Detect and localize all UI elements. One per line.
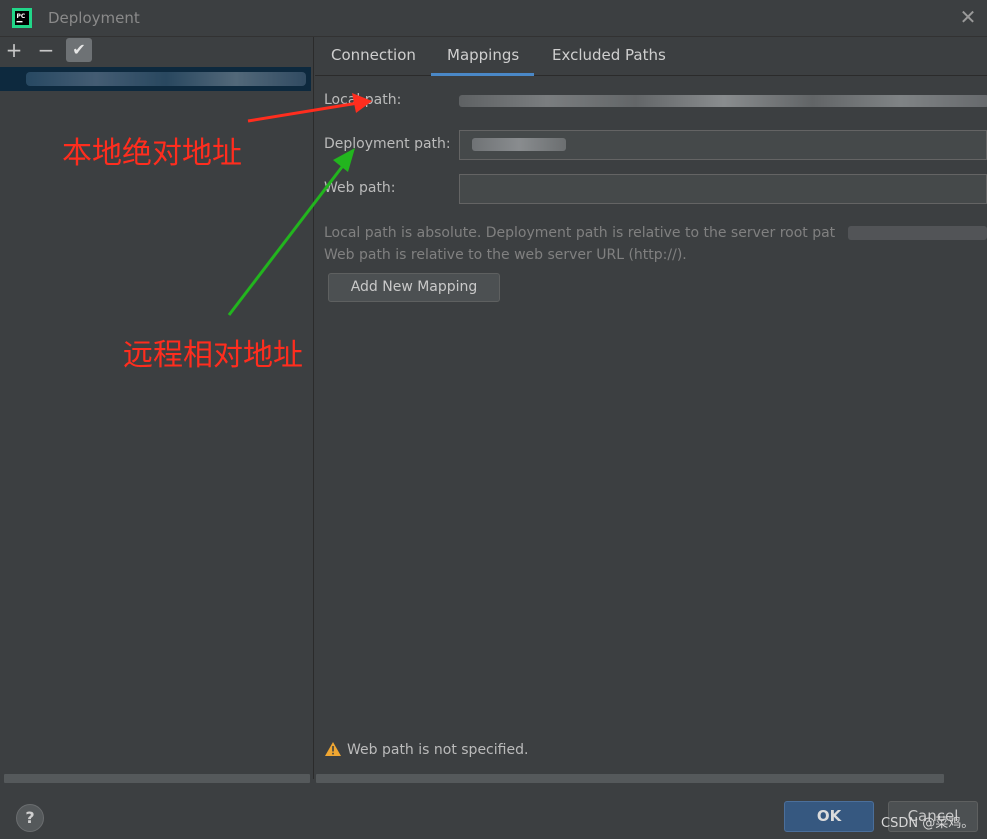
- annotation-local-absolute: 本地绝对地址: [62, 136, 242, 171]
- redacted-help-text: [848, 226, 987, 240]
- local-path-field[interactable]: [459, 87, 987, 115]
- right-horizontal-scrollbar[interactable]: [316, 774, 944, 783]
- set-default-check-icon[interactable]: ✔: [66, 38, 92, 62]
- warning-icon: [325, 742, 341, 756]
- server-list-item[interactable]: [0, 67, 311, 91]
- svg-text:PC: PC: [17, 13, 26, 20]
- redacted-server-name: [26, 72, 306, 86]
- tab-connection[interactable]: Connection: [331, 37, 416, 75]
- window-title: Deployment: [48, 9, 140, 27]
- web-path-warning: Web path is not specified.: [325, 742, 528, 758]
- help-icon[interactable]: ?: [16, 804, 44, 832]
- left-horizontal-scrollbar[interactable]: [4, 774, 310, 783]
- web-path-field[interactable]: [459, 174, 987, 204]
- web-path-label: Web path:: [324, 180, 396, 196]
- watermark: CSDN @菜鸡。: [881, 816, 975, 831]
- dialog-footer: ? OK Cancel CSDN @菜鸡。: [0, 787, 987, 839]
- local-path-label: Local path:: [324, 92, 402, 108]
- redacted-local-path: [459, 95, 987, 107]
- pycharm-logo-icon: PC: [12, 8, 32, 28]
- warning-text: Web path is not specified.: [347, 742, 529, 758]
- annotation-remote-relative: 远程相对地址: [123, 338, 303, 373]
- tab-excluded-paths[interactable]: Excluded Paths: [552, 37, 666, 75]
- deployment-path-field[interactable]: [459, 130, 987, 160]
- close-icon[interactable]: ✕: [957, 6, 979, 28]
- remove-server-icon[interactable]: −: [37, 40, 55, 60]
- add-new-mapping-button[interactable]: Add New Mapping: [328, 273, 500, 302]
- help-line-2: Web path is relative to the web server U…: [324, 247, 687, 263]
- redacted-deployment-path: [472, 138, 566, 151]
- tab-mappings[interactable]: Mappings: [430, 37, 535, 76]
- deployment-path-label: Deployment path:: [324, 136, 451, 152]
- ok-button[interactable]: OK: [784, 801, 874, 832]
- add-server-icon[interactable]: +: [5, 40, 23, 60]
- tab-bar: Connection Mappings Excluded Paths: [315, 37, 987, 76]
- title-bar: PC Deployment ✕: [0, 0, 987, 37]
